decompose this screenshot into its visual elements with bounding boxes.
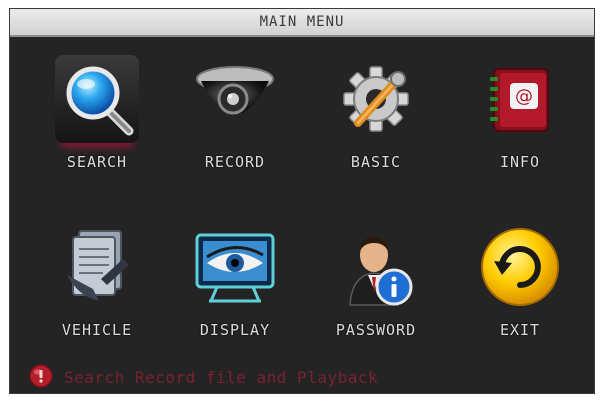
page-title: MAIN MENU (10, 9, 594, 37)
menu-label-search: SEARCH (66, 153, 128, 171)
menu-item-password[interactable]: PASSWORD (311, 219, 441, 339)
menu-label-display: DISPLAY (199, 321, 271, 339)
menu-label-password: PASSWORD (335, 321, 417, 339)
alert-bulb-icon (29, 364, 53, 388)
gear-wrench-icon (328, 51, 424, 147)
menu-label-vehicle: VEHICLE (61, 321, 133, 339)
menu-item-display[interactable]: DISPLAY (170, 219, 300, 339)
menu-label-record: RECORD (204, 153, 266, 171)
status-hint-text: Search Record file and Playback (64, 367, 379, 387)
menu-label-exit: EXIT (499, 321, 541, 339)
menu-item-exit[interactable]: EXIT (455, 219, 585, 339)
dvr-screen: MAIN MENU SEARCH RECORD BASIC @ INFO VEH… (9, 8, 595, 394)
menu-item-basic[interactable]: BASIC (311, 51, 441, 171)
monitor-eye-icon (187, 219, 283, 315)
menu-item-info[interactable]: @ INFO (455, 51, 585, 171)
svg-text:@: @ (515, 86, 533, 107)
menu-item-record[interactable]: RECORD (170, 51, 300, 171)
menu-label-basic: BASIC (350, 153, 402, 171)
dome-camera-icon (187, 51, 283, 147)
user-info-icon (328, 219, 424, 315)
magnifier-icon (49, 51, 145, 147)
menu-item-vehicle[interactable]: VEHICLE (32, 219, 162, 339)
address-book-icon: @ (472, 51, 568, 147)
menu-item-search[interactable]: SEARCH (32, 51, 162, 171)
menu-label-info: INFO (499, 153, 541, 171)
refresh-exit-icon (472, 219, 568, 315)
status-hint: Search Record file and Playback (28, 363, 378, 391)
documents-icon (49, 219, 145, 315)
